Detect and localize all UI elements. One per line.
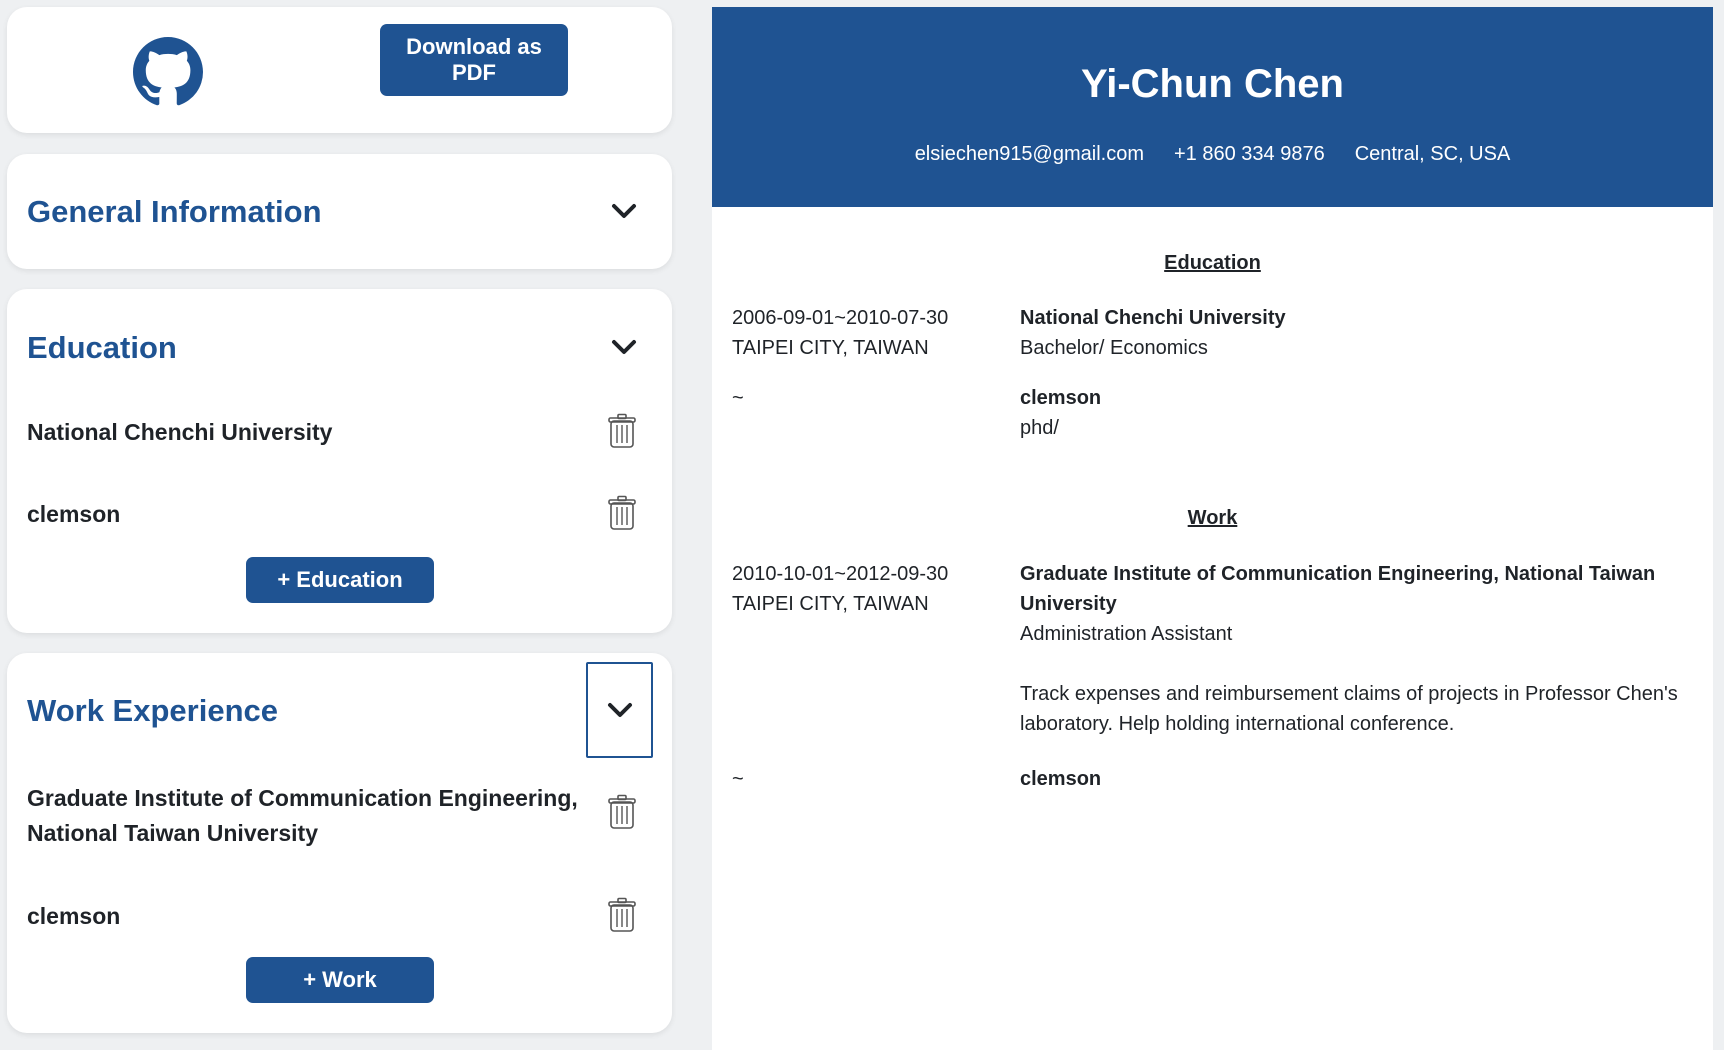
resume-email: elsiechen915@gmail.com: [914, 143, 1144, 165]
trash-icon[interactable]: [607, 897, 637, 933]
education-degree: Bachelor/ Economics: [1020, 337, 1208, 359]
resume-name: Yi-Chun Chen: [1081, 62, 1344, 106]
work-company: Graduate Institute of Communication Engi…: [1020, 563, 1656, 615]
chevron-down-icon[interactable]: [607, 330, 641, 364]
resume-education-dates: 2006-09-01~2010-07-30 TAIPEI CITY, TAIWA…: [732, 303, 1002, 363]
resume-education-details: National Chenchi University Bachelor/ Ec…: [1020, 303, 1700, 363]
work-item-name[interactable]: clemson: [27, 899, 120, 934]
add-work-button[interactable]: + Work: [246, 957, 434, 1003]
general-info-title: General Information: [27, 194, 322, 229]
education-item-name[interactable]: National Chenchi University: [27, 415, 332, 450]
work-position: Administration Assistant: [1020, 623, 1233, 645]
resume-contact: elsiechen915@gmail.com +1 860 334 9876 C…: [712, 143, 1713, 166]
work-location: TAIPEI CITY, TAIWAN: [732, 593, 929, 615]
work-company: clemson: [1020, 768, 1102, 790]
resume-preview: Yi-Chun Chen elsiechen915@gmail.com +1 8…: [712, 7, 1713, 1050]
trash-icon[interactable]: [607, 794, 637, 830]
work-description: Track expenses and reimbursement claims …: [1020, 683, 1678, 735]
work-date-range: 2010-10-01~2012-09-30: [732, 563, 949, 585]
github-icon[interactable]: [133, 37, 203, 107]
resume-work-dates: ~: [732, 764, 1002, 794]
resume-education-details: clemson phd/: [1020, 383, 1700, 443]
resume-location: Central, SC, USA: [1354, 143, 1511, 165]
toolbar-card: Download as PDF: [7, 7, 672, 133]
resume-header: Yi-Chun Chen elsiechen915@gmail.com +1 8…: [712, 7, 1713, 207]
work-item-name[interactable]: Graduate Institute of Communication Engi…: [27, 781, 587, 851]
work-date-range: ~: [732, 768, 744, 790]
general-info-card: General Information: [7, 154, 672, 269]
resume-work-details: Graduate Institute of Communication Engi…: [1020, 559, 1700, 739]
work-experience-card: Work Experience Graduate Institute of Co…: [7, 653, 672, 1033]
trash-icon[interactable]: [607, 495, 637, 531]
education-school: National Chenchi University: [1020, 307, 1286, 329]
education-location: TAIPEI CITY, TAIWAN: [732, 337, 929, 359]
trash-icon[interactable]: [607, 413, 637, 449]
education-item-name[interactable]: clemson: [27, 497, 120, 532]
resume-phone: +1 860 334 9876: [1174, 143, 1325, 165]
education-title: Education: [27, 330, 177, 365]
chevron-down-icon[interactable]: [607, 194, 641, 228]
chevron-down-icon[interactable]: [586, 662, 653, 758]
resume-education-heading: Education: [1164, 252, 1261, 274]
education-school: clemson: [1020, 387, 1102, 409]
resume-work-heading: Work: [1187, 507, 1238, 529]
education-degree: phd/: [1020, 417, 1059, 439]
editor-panel: Download as PDF General Information Educ…: [0, 0, 680, 1050]
download-pdf-button[interactable]: Download as PDF: [380, 24, 568, 96]
resume-work-details: clemson: [1020, 764, 1700, 794]
education-date-range: 2006-09-01~2010-07-30: [732, 307, 949, 329]
resume-education-dates: ~: [732, 383, 1002, 413]
resume-work-dates: 2010-10-01~2012-09-30 TAIPEI CITY, TAIWA…: [732, 559, 1002, 619]
work-experience-title: Work Experience: [27, 693, 278, 728]
education-date-range: ~: [732, 387, 744, 409]
add-education-button[interactable]: + Education: [246, 557, 434, 603]
education-card: Education National Chenchi University cl…: [7, 289, 672, 633]
